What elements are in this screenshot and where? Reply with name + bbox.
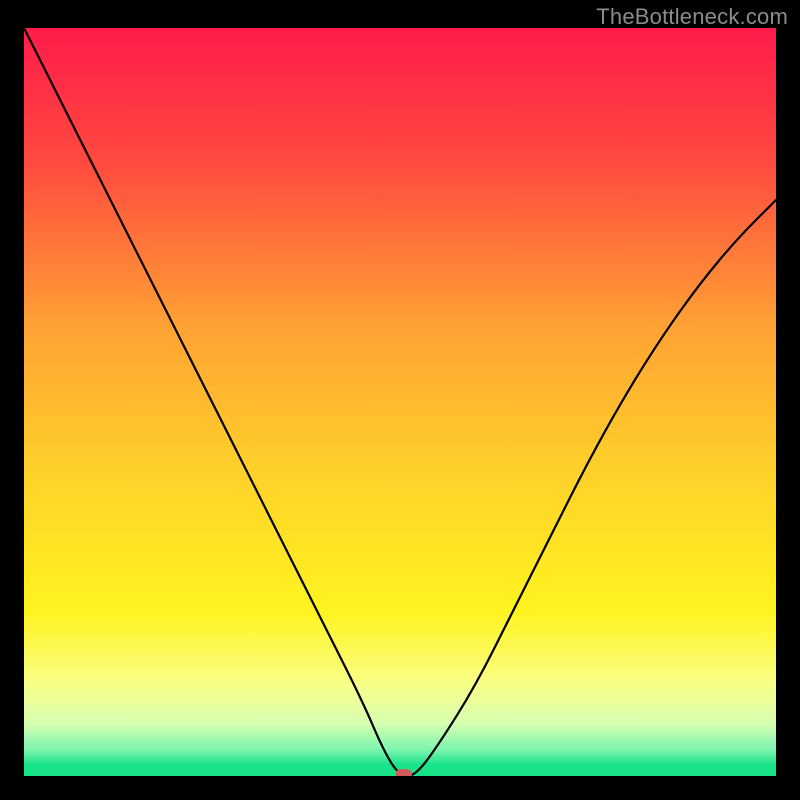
chart-background [24,28,776,776]
chart-frame: TheBottleneck.com [0,0,800,800]
chart-plot-area [24,28,776,776]
chart-svg [24,28,776,776]
watermark-label: TheBottleneck.com [596,4,788,30]
result-marker [395,769,412,776]
